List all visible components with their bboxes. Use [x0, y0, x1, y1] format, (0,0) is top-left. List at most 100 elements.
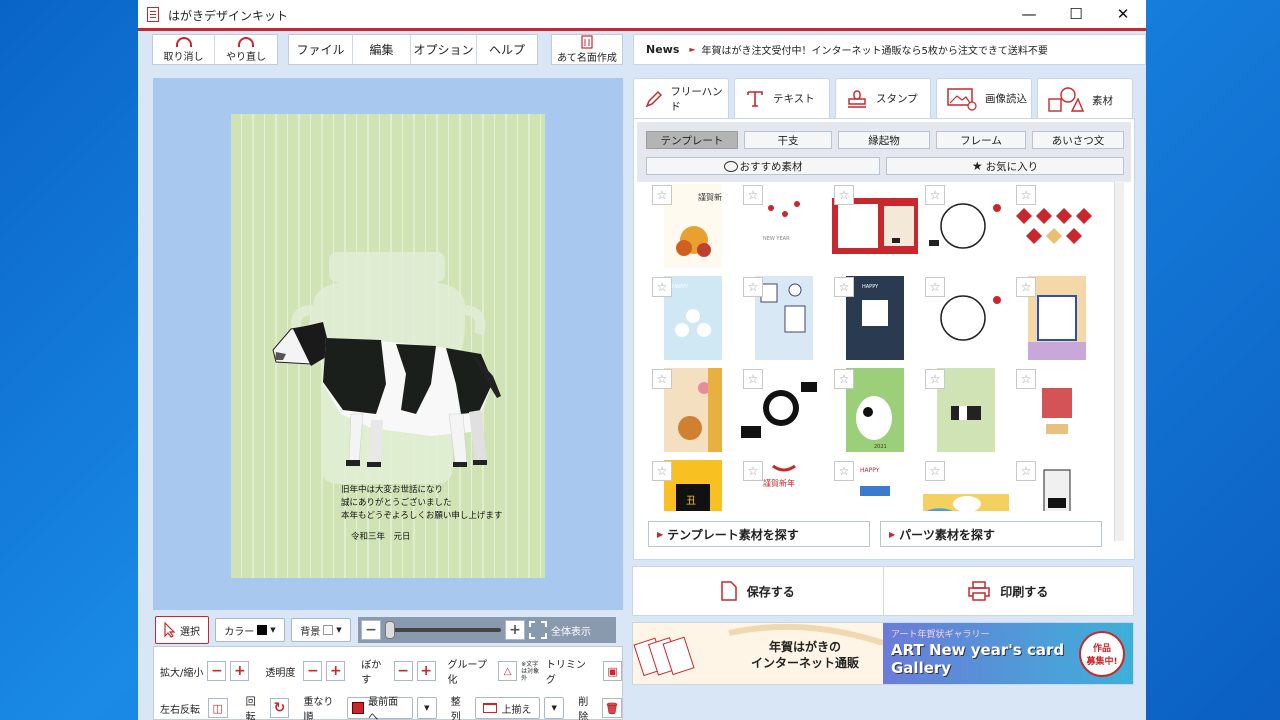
tab-text[interactable]: テキスト	[734, 78, 830, 118]
material-thumb[interactable]: ☆	[1014, 183, 1100, 269]
action-bar: 保存する 印刷する	[632, 566, 1134, 616]
favorite-star-icon[interactable]: ☆	[925, 369, 945, 389]
material-thumb[interactable]: ☆	[1014, 367, 1100, 453]
favorite-star-icon[interactable]: ☆	[743, 369, 763, 389]
news-text[interactable]: 年賀はがき注文受付中！インターネット通販なら5枚から注文できて送料不要	[702, 42, 1048, 57]
tab-stamp[interactable]: スタンプ	[835, 78, 931, 118]
close-button[interactable]: ✕	[1100, 0, 1146, 28]
favorite-star-icon[interactable]: ☆	[834, 461, 854, 481]
background-dropdown[interactable]: 背景 ▼	[291, 618, 351, 642]
favorite-star-icon[interactable]: ☆	[925, 185, 945, 205]
design-canvas[interactable]: 旧年中は大変お世話になり 誠にありがとうございました 本年もどうぞよろしくお願い…	[153, 78, 623, 610]
align-select[interactable]: 上揃え	[474, 697, 541, 719]
favorite-star-icon[interactable]: ☆	[1016, 277, 1036, 297]
favorite-star-icon[interactable]: ☆	[925, 277, 945, 297]
material-thumb[interactable]: ☆ 謹賀新年	[741, 459, 827, 511]
favorite-star-icon[interactable]: ☆	[652, 369, 672, 389]
tab-materials[interactable]: 素材	[1037, 78, 1133, 122]
material-thumb[interactable]: ☆ HAPPY	[832, 275, 918, 361]
material-thumb[interactable]: ☆	[650, 367, 736, 453]
zoom-slider[interactable]	[385, 620, 501, 640]
opacity-up-button[interactable]: +	[326, 661, 346, 681]
save-button[interactable]: 保存する	[633, 567, 884, 615]
favorite-star-icon[interactable]: ☆	[834, 277, 854, 297]
fit-all-button[interactable]: 全体表示	[529, 621, 591, 639]
address-side-button[interactable]: あて名面作成	[552, 35, 622, 64]
tab-freehand[interactable]: フリーハンド	[633, 78, 729, 118]
rotate-button[interactable]: ↻	[269, 698, 290, 718]
postcard[interactable]: 旧年中は大変お世話になり 誠にありがとうございました 本年もどうぞよろしくお願い…	[231, 114, 545, 578]
favorite-star-icon[interactable]: ☆	[925, 461, 945, 481]
material-thumb[interactable]: ☆ 丑	[650, 459, 736, 511]
favorites-button[interactable]: ★ お気に入り	[886, 157, 1124, 175]
favorite-star-icon[interactable]: ☆	[652, 277, 672, 297]
promo-banner-online-shop[interactable]: 年賀はがきの インターネット通販	[633, 623, 883, 684]
find-template-button[interactable]: ▶ テンプレート素材を探す	[648, 521, 870, 547]
maximize-button[interactable]: ☐	[1053, 0, 1099, 28]
favorite-star-icon[interactable]: ☆	[743, 277, 763, 297]
delete-button[interactable]: 🗑	[602, 698, 622, 718]
favorite-star-icon[interactable]: ☆	[834, 185, 854, 205]
material-thumb[interactable]: ☆ 2021	[832, 367, 918, 453]
blur-up-button[interactable]: +	[416, 661, 436, 681]
color-dropdown[interactable]: カラー ▼	[215, 618, 285, 642]
tab-image-import[interactable]: 画像読込	[936, 78, 1032, 118]
favorite-star-icon[interactable]: ☆	[652, 185, 672, 205]
favorite-star-icon[interactable]: ☆	[834, 369, 854, 389]
flip-button[interactable]: ◫	[207, 698, 228, 718]
favorite-star-icon[interactable]: ☆	[1016, 461, 1036, 481]
category-engimono[interactable]: 縁起物	[838, 131, 930, 149]
menu-options[interactable]: オプション	[411, 35, 477, 64]
promo-banner-gallery[interactable]: アート年賀状ギャラリー ART New year's card Gallery …	[883, 623, 1133, 684]
material-thumb[interactable]: ☆ HAPPY	[650, 275, 736, 361]
material-thumb[interactable]: ☆	[741, 275, 827, 361]
undo-button[interactable]: 取り消し	[153, 35, 215, 64]
favorite-star-icon[interactable]: ☆	[652, 461, 672, 481]
menu-file[interactable]: ファイル	[289, 35, 353, 64]
category-greeting[interactable]: あいさつ文	[1032, 131, 1124, 149]
category-eto[interactable]: 干支	[744, 131, 832, 149]
zoom-in-button[interactable]: +	[505, 620, 525, 640]
material-thumb[interactable]: ☆	[832, 183, 918, 269]
speech-bubble-icon	[723, 160, 738, 172]
group-button[interactable]: △	[498, 661, 518, 681]
material-thumb[interactable]: ☆ NEW YEAR	[741, 183, 827, 269]
favorite-star-icon[interactable]: ☆	[743, 185, 763, 205]
material-thumb[interactable]: ☆	[1014, 459, 1100, 511]
zoom-out-button[interactable]: −	[361, 620, 381, 640]
minimize-button[interactable]: —	[1006, 0, 1052, 28]
menu-edit[interactable]: 編集	[353, 35, 411, 64]
greeting-message[interactable]: 旧年中は大変お世話になり 誠にありがとうございました 本年もどうぞよろしくお願い…	[341, 484, 502, 544]
find-parts-button[interactable]: ▶ パーツ素材を探す	[880, 521, 1102, 547]
material-scrollbar[interactable]	[1114, 181, 1124, 541]
zoom-thumb[interactable]	[385, 621, 395, 639]
align-dropdown-button[interactable]: ▼	[544, 697, 565, 719]
blur-down-button[interactable]: −	[393, 661, 413, 681]
opacity-down-button[interactable]: −	[303, 661, 323, 681]
material-thumb[interactable]: ☆	[923, 275, 1009, 361]
material-thumb[interactable]: ☆ 謹賀新年	[650, 183, 736, 269]
shrink-button[interactable]: −	[207, 661, 227, 681]
category-frame[interactable]: フレーム	[936, 131, 1026, 149]
order-select[interactable]: 最前面へ	[347, 697, 413, 720]
category-template[interactable]: テンプレート	[646, 131, 738, 149]
material-thumb[interactable]: ☆	[923, 367, 1009, 453]
menu-help[interactable]: ヘルプ	[477, 35, 537, 64]
favorite-star-icon[interactable]: ☆	[743, 461, 763, 481]
print-button[interactable]: 印刷する	[884, 567, 1134, 615]
select-tool-button[interactable]: 選択	[155, 616, 209, 644]
material-thumb[interactable]: ☆	[741, 367, 827, 453]
material-thumb[interactable]: ☆	[923, 459, 1009, 511]
enlarge-button[interactable]: +	[230, 661, 250, 681]
trim-button[interactable]: ▣	[603, 661, 623, 681]
menu-bar: ファイル 編集 オプション ヘルプ	[288, 34, 538, 65]
order-dropdown-button[interactable]: ▼	[416, 697, 437, 719]
recommended-button[interactable]: おすすめ素材	[646, 157, 880, 175]
material-thumb[interactable]: ☆ HAPPY	[832, 459, 918, 511]
favorite-star-icon[interactable]: ☆	[1016, 185, 1036, 205]
material-thumb[interactable]: ☆	[1014, 275, 1100, 361]
redo-button[interactable]: やり直し	[215, 35, 277, 64]
triangle-icon: ▶	[889, 529, 896, 539]
favorite-star-icon[interactable]: ☆	[1016, 369, 1036, 389]
material-thumb[interactable]: ☆	[923, 183, 1009, 269]
